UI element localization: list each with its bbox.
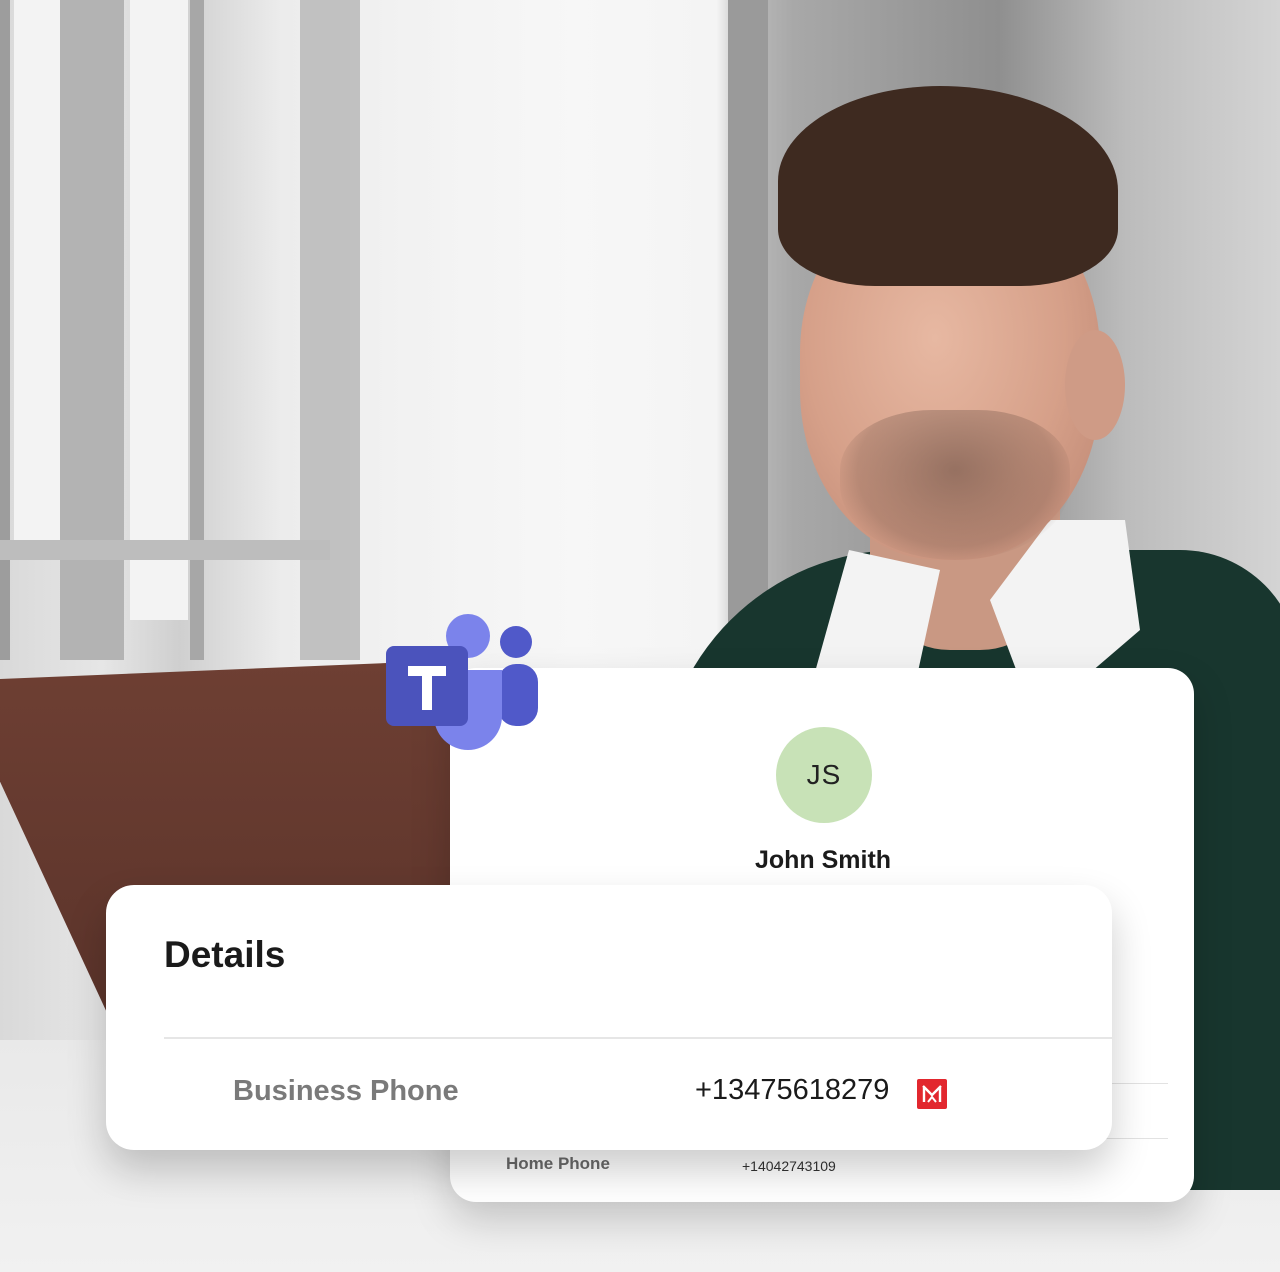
avatar[interactable]: JS — [776, 727, 872, 823]
ear — [1065, 330, 1125, 440]
home-phone-value[interactable]: +14042743109 — [742, 1158, 836, 1174]
divider — [1110, 1083, 1168, 1084]
window-frame — [190, 0, 204, 660]
window-frame — [0, 0, 10, 660]
window-pane — [130, 0, 188, 620]
business-phone-value[interactable]: +13475618279 — [695, 1074, 889, 1107]
window-frame — [60, 0, 124, 660]
home-phone-label: Home Phone — [506, 1154, 610, 1173]
hair — [778, 86, 1118, 286]
avatar-initials: JS — [806, 759, 842, 790]
window-frame — [300, 0, 360, 660]
call-icon[interactable] — [917, 1079, 947, 1109]
window-frame — [0, 540, 330, 560]
contact-name: John Smith — [754, 846, 892, 874]
beard — [840, 410, 1070, 560]
business-phone-label: Business Phone — [233, 1075, 459, 1107]
microsoft-teams-icon — [386, 614, 538, 750]
details-title: Details — [164, 934, 286, 975]
details-card — [106, 885, 1112, 1150]
divider — [164, 1037, 1112, 1039]
window-pane — [14, 0, 60, 540]
